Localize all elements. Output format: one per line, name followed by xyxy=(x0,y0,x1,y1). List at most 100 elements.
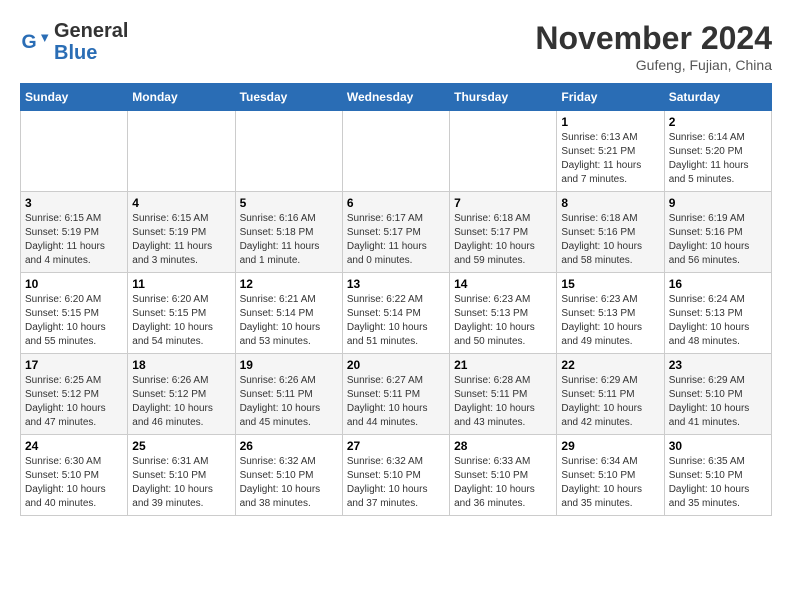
day-number: 28 xyxy=(454,439,552,453)
day-number: 18 xyxy=(132,358,230,372)
calendar-cell xyxy=(21,111,128,192)
calendar-cell: 18Sunrise: 6:26 AM Sunset: 5:12 PM Dayli… xyxy=(128,354,235,435)
day-info: Sunrise: 6:18 AM Sunset: 5:16 PM Dayligh… xyxy=(561,212,659,268)
calendar-cell: 24Sunrise: 6:30 AM Sunset: 5:10 PM Dayli… xyxy=(21,435,128,516)
calendar-cell: 2 Sunrise: 6:14 AM Sunset: 5:20 PM Daylig… xyxy=(664,111,771,192)
day-number: 19 xyxy=(240,358,338,372)
day-info: Sunrise: 6:33 AM Sunset: 5:10 PM Dayligh… xyxy=(454,455,552,511)
calendar-week-2: 3 Sunrise: 6:15 AM Sunset: 5:19 PM Daylig… xyxy=(21,192,772,273)
day-info: Sunrise: 6:31 AM Sunset: 5:10 PM Dayligh… xyxy=(132,455,230,511)
day-info: Sunrise: 6:34 AM Sunset: 5:10 PM Dayligh… xyxy=(561,455,659,511)
calendar-cell: 1Sunrise: 6:13 AM Sunset: 5:21 PM Daylig… xyxy=(557,111,664,192)
day-info: Sunrise: 6:32 AM Sunset: 5:10 PM Dayligh… xyxy=(347,455,445,511)
calendar-cell: 26 Sunrise: 6:32 AM Sunset: 5:10 PM Dayli… xyxy=(235,435,342,516)
logo-text: General Blue xyxy=(54,20,128,64)
day-info: Sunrise: 6:20 AM Sunset: 5:15 PM Dayligh… xyxy=(132,293,230,349)
day-number: 6 xyxy=(347,196,445,210)
subtitle: Gufeng, Fujian, China xyxy=(535,57,772,73)
calendar-week-5: 24Sunrise: 6:30 AM Sunset: 5:10 PM Dayli… xyxy=(21,435,772,516)
calendar-cell: 15 Sunrise: 6:23 AM Sunset: 5:13 PM Dayli… xyxy=(557,273,664,354)
day-info: Sunrise: 6:23 AM Sunset: 5:13 PM Dayligh… xyxy=(561,293,659,349)
day-info: Sunrise: 6:35 AM Sunset: 5:10 PM Dayligh… xyxy=(669,455,767,511)
day-info: Sunrise: 6:27 AM Sunset: 5:11 PM Dayligh… xyxy=(347,374,445,430)
day-info: Sunrise: 6:13 AM Sunset: 5:21 PM Dayligh… xyxy=(561,131,659,187)
day-number: 15 xyxy=(561,277,659,291)
day-info: Sunrise: 6:22 AM Sunset: 5:14 PM Dayligh… xyxy=(347,293,445,349)
calendar-cell: 19 Sunrise: 6:26 AM Sunset: 5:11 PM Dayli… xyxy=(235,354,342,435)
day-number: 9 xyxy=(669,196,767,210)
calendar-cell: 21 Sunrise: 6:28 AM Sunset: 5:11 PM Dayli… xyxy=(450,354,557,435)
calendar-header-sunday: Sunday xyxy=(21,84,128,111)
day-number: 29 xyxy=(561,439,659,453)
day-info: Sunrise: 6:15 AM Sunset: 5:19 PM Dayligh… xyxy=(25,212,123,268)
day-info: Sunrise: 6:24 AM Sunset: 5:13 PM Dayligh… xyxy=(669,293,767,349)
day-info: Sunrise: 6:26 AM Sunset: 5:11 PM Dayligh… xyxy=(240,374,338,430)
calendar-cell: 6Sunrise: 6:17 AM Sunset: 5:17 PM Daylig… xyxy=(342,192,449,273)
day-number: 14 xyxy=(454,277,552,291)
logo-general-text: General xyxy=(54,20,128,42)
day-number: 11 xyxy=(132,277,230,291)
day-info: Sunrise: 6:32 AM Sunset: 5:10 PM Dayligh… xyxy=(240,455,338,511)
day-info: Sunrise: 6:19 AM Sunset: 5:16 PM Dayligh… xyxy=(669,212,767,268)
header: G General Blue November 2024 Gufeng, Fuj… xyxy=(20,20,772,73)
calendar-header-row: SundayMondayTuesdayWednesdayThursdayFrid… xyxy=(21,84,772,111)
day-number: 13 xyxy=(347,277,445,291)
svg-text:G: G xyxy=(22,31,37,53)
day-number: 17 xyxy=(25,358,123,372)
calendar-header-wednesday: Wednesday xyxy=(342,84,449,111)
day-number: 8 xyxy=(561,196,659,210)
calendar-cell: 27 Sunrise: 6:32 AM Sunset: 5:10 PM Dayli… xyxy=(342,435,449,516)
calendar-cell xyxy=(128,111,235,192)
calendar-table: SundayMondayTuesdayWednesdayThursdayFrid… xyxy=(20,83,772,516)
day-info: Sunrise: 6:28 AM Sunset: 5:11 PM Dayligh… xyxy=(454,374,552,430)
calendar-cell: 22 Sunrise: 6:29 AM Sunset: 5:11 PM Dayli… xyxy=(557,354,664,435)
calendar-cell: 12 Sunrise: 6:21 AM Sunset: 5:14 PM Dayli… xyxy=(235,273,342,354)
day-number: 3 xyxy=(25,196,123,210)
calendar-week-1: 1Sunrise: 6:13 AM Sunset: 5:21 PM Daylig… xyxy=(21,111,772,192)
day-number: 21 xyxy=(454,358,552,372)
calendar-cell: 5 Sunrise: 6:16 AM Sunset: 5:18 PM Daylig… xyxy=(235,192,342,273)
calendar-cell xyxy=(235,111,342,192)
day-info: Sunrise: 6:18 AM Sunset: 5:17 PM Dayligh… xyxy=(454,212,552,268)
calendar-cell: 8 Sunrise: 6:18 AM Sunset: 5:16 PM Daylig… xyxy=(557,192,664,273)
day-number: 4 xyxy=(132,196,230,210)
day-number: 16 xyxy=(669,277,767,291)
day-info: Sunrise: 6:16 AM Sunset: 5:18 PM Dayligh… xyxy=(240,212,338,268)
logo-icon: G xyxy=(20,27,50,57)
day-info: Sunrise: 6:20 AM Sunset: 5:15 PM Dayligh… xyxy=(25,293,123,349)
day-number: 7 xyxy=(454,196,552,210)
day-number: 10 xyxy=(25,277,123,291)
day-number: 2 xyxy=(669,115,767,129)
day-number: 22 xyxy=(561,358,659,372)
day-info: Sunrise: 6:29 AM Sunset: 5:11 PM Dayligh… xyxy=(561,374,659,430)
day-number: 27 xyxy=(347,439,445,453)
calendar-week-4: 17Sunrise: 6:25 AM Sunset: 5:12 PM Dayli… xyxy=(21,354,772,435)
calendar-cell xyxy=(342,111,449,192)
day-number: 5 xyxy=(240,196,338,210)
day-info: Sunrise: 6:14 AM Sunset: 5:20 PM Dayligh… xyxy=(669,131,767,187)
calendar-cell: 13 Sunrise: 6:22 AM Sunset: 5:14 PM Dayli… xyxy=(342,273,449,354)
title-area: November 2024 Gufeng, Fujian, China xyxy=(535,20,772,73)
day-number: 12 xyxy=(240,277,338,291)
day-number: 25 xyxy=(132,439,230,453)
day-info: Sunrise: 6:29 AM Sunset: 5:10 PM Dayligh… xyxy=(669,374,767,430)
calendar-header-tuesday: Tuesday xyxy=(235,84,342,111)
day-number: 20 xyxy=(347,358,445,372)
calendar-cell: 28 Sunrise: 6:33 AM Sunset: 5:10 PM Dayli… xyxy=(450,435,557,516)
calendar-cell: 10 Sunrise: 6:20 AM Sunset: 5:15 PM Dayli… xyxy=(21,273,128,354)
day-number: 26 xyxy=(240,439,338,453)
calendar-header-saturday: Saturday xyxy=(664,84,771,111)
calendar-cell: 16 Sunrise: 6:24 AM Sunset: 5:13 PM Dayli… xyxy=(664,273,771,354)
calendar-week-3: 10 Sunrise: 6:20 AM Sunset: 5:15 PM Dayli… xyxy=(21,273,772,354)
calendar-cell: 17Sunrise: 6:25 AM Sunset: 5:12 PM Dayli… xyxy=(21,354,128,435)
calendar-cell xyxy=(450,111,557,192)
calendar-cell: 3 Sunrise: 6:15 AM Sunset: 5:19 PM Daylig… xyxy=(21,192,128,273)
day-info: Sunrise: 6:21 AM Sunset: 5:14 PM Dayligh… xyxy=(240,293,338,349)
calendar-header-thursday: Thursday xyxy=(450,84,557,111)
calendar-cell: 25 Sunrise: 6:31 AM Sunset: 5:10 PM Dayli… xyxy=(128,435,235,516)
day-number: 24 xyxy=(25,439,123,453)
calendar-cell: 4Sunrise: 6:15 AM Sunset: 5:19 PM Daylig… xyxy=(128,192,235,273)
calendar-cell: 23Sunrise: 6:29 AM Sunset: 5:10 PM Dayli… xyxy=(664,354,771,435)
calendar-cell: 7 Sunrise: 6:18 AM Sunset: 5:17 PM Daylig… xyxy=(450,192,557,273)
calendar-cell: 20 Sunrise: 6:27 AM Sunset: 5:11 PM Dayli… xyxy=(342,354,449,435)
